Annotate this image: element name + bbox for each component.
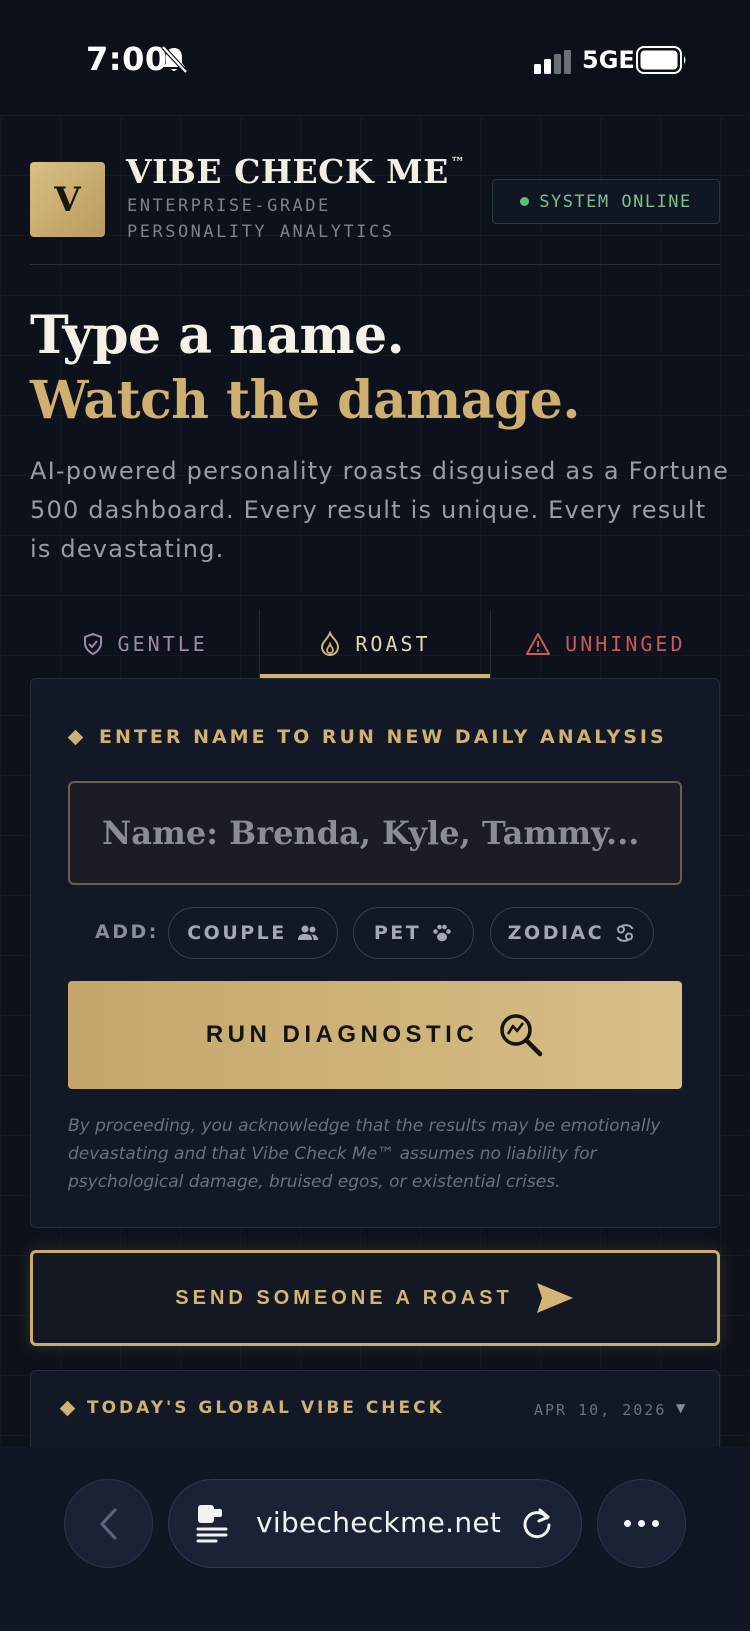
- status-time: 7:00: [86, 40, 168, 78]
- more-options-button[interactable]: [597, 1479, 686, 1568]
- trademark-symbol: ™: [450, 155, 466, 171]
- battery-icon: [636, 46, 686, 74]
- hero-description: AI-powered personality roasts disguised …: [30, 457, 730, 563]
- page-settings-icon: [196, 1505, 228, 1543]
- diamond-icon: [59, 1400, 76, 1416]
- brand-name[interactable]: VIBE CHECK ME ™: [126, 152, 465, 191]
- more-dot-icon: [624, 1520, 631, 1527]
- url-text[interactable]: vibecheckme.net: [256, 1506, 501, 1539]
- couple-chip-label: COUPLE: [187, 922, 287, 944]
- hero-title-line2: Watch the damage.: [30, 370, 581, 431]
- more-dot-icon: [638, 1520, 645, 1527]
- cancer-zodiac-icon: [616, 924, 634, 942]
- people-icon: [297, 925, 318, 940]
- network-type: 5GE: [582, 46, 635, 74]
- pet-chip-label: PET: [373, 922, 422, 944]
- disclaimer-text: By proceeding, you acknowledge that the …: [68, 1116, 661, 1192]
- send-icon: [536, 1283, 573, 1313]
- tab-unhinged-label: UNHINGED: [565, 632, 686, 656]
- chevron-left-icon: [100, 1508, 116, 1539]
- tab-unhinged[interactable]: UNHINGED: [489, 610, 720, 678]
- header-divider: [30, 264, 720, 265]
- status-bar: 7:00 5GE: [0, 0, 750, 115]
- global-vibe-label-text: TODAY'S GLOBAL VIBE CHECK: [87, 1398, 445, 1418]
- more-dot-icon: [652, 1520, 659, 1527]
- analysis-label: ENTER NAME TO RUN NEW DAILY ANALYSIS: [67, 726, 667, 748]
- chart-magnifier-icon: [500, 1014, 543, 1057]
- logo[interactable]: V: [30, 162, 105, 237]
- analysis-label-text: ENTER NAME TO RUN NEW DAILY ANALYSIS: [99, 726, 667, 748]
- add-pet-chip[interactable]: PET: [353, 907, 474, 959]
- zodiac-chip-label: ZODIAC: [507, 922, 605, 944]
- add-couple-chip[interactable]: COUPLE: [168, 907, 338, 959]
- diamond-icon: [67, 729, 84, 745]
- paw-icon: [433, 924, 451, 942]
- chevron-down-icon[interactable]: ▼: [676, 1401, 685, 1415]
- warning-icon: [526, 633, 551, 655]
- reload-icon[interactable]: [520, 1506, 554, 1540]
- run-diagnostic-button[interactable]: RUN DIAGNOSTIC: [68, 981, 682, 1089]
- brand-text: VIBE CHECK ME: [126, 152, 449, 191]
- tab-gentle-label: GENTLE: [117, 632, 208, 656]
- send-roast-label: SEND SOMEONE A ROAST: [175, 1286, 513, 1309]
- add-zodiac-chip[interactable]: ZODIAC: [490, 907, 654, 959]
- tab-roast[interactable]: ROAST: [259, 610, 490, 678]
- brand-subtitle: ENTERPRISE-GRADE PERSONALITY ANALYTICS: [127, 196, 395, 242]
- tab-roast-label: ROAST: [355, 632, 431, 656]
- system-status-badge: SYSTEM ONLINE: [492, 179, 720, 224]
- signal-icon: [534, 50, 571, 74]
- shield-check-icon: [83, 632, 102, 656]
- hero-title-line1: Type a name.: [30, 305, 405, 366]
- mode-tabs: GENTLE ROAST UNHINGED: [30, 610, 720, 678]
- run-diagnostic-label: RUN DIAGNOSTIC: [205, 1021, 479, 1048]
- flame-icon: [321, 631, 340, 657]
- back-button[interactable]: [64, 1479, 153, 1568]
- add-label: ADD:: [95, 921, 159, 943]
- global-vibe-date: APR 10, 2026: [534, 1401, 667, 1419]
- bell-muted-icon: [161, 45, 188, 74]
- status-dot-icon: [520, 197, 530, 206]
- global-vibe-label: TODAY'S GLOBAL VIBE CHECK: [59, 1398, 445, 1418]
- system-status-text: SYSTEM ONLINE: [539, 191, 692, 212]
- tab-gentle[interactable]: GENTLE: [30, 610, 259, 678]
- name-input[interactable]: [68, 781, 682, 885]
- send-roast-button[interactable]: SEND SOMEONE A ROAST: [30, 1250, 720, 1346]
